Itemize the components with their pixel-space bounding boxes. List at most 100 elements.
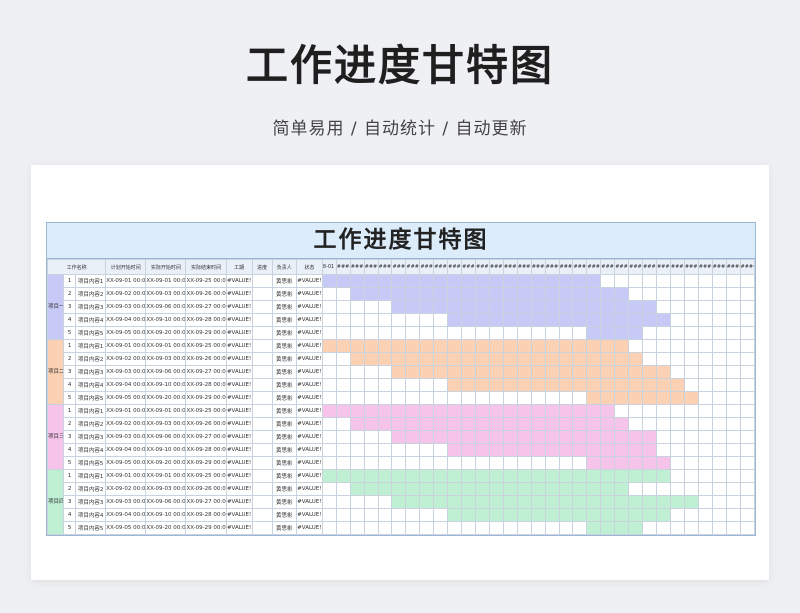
gantt-day-cell — [739, 469, 756, 483]
gantt-day-cell — [586, 495, 602, 509]
actual-end-cell: XX-09-29 00:00 — [185, 326, 227, 340]
gantt-day-cell — [614, 287, 630, 301]
gantt-day-cell — [349, 391, 365, 405]
gantt-day-cell — [530, 443, 546, 457]
gantt-day-cell — [377, 313, 393, 327]
gantt-day-cell — [488, 313, 504, 327]
duration-cell: #VALUE! — [225, 352, 253, 366]
gantt-day-cell — [628, 313, 644, 327]
gantt-day-cell — [516, 521, 532, 535]
gantt-day-cell — [475, 430, 490, 444]
gantt-day-cell — [600, 287, 616, 301]
actual-end-cell: XX-09-27 00:00 — [185, 365, 227, 379]
gantt-day-cell — [655, 521, 671, 535]
duration-cell: #VALUE! — [225, 313, 253, 327]
gantt-day-cell — [697, 287, 713, 301]
gantt-day-cell — [502, 417, 518, 431]
gantt-day-cell — [711, 352, 727, 366]
gantt-day-cell — [475, 443, 490, 457]
gantt-day-cell — [391, 378, 407, 392]
duration-cell: #VALUE! — [225, 326, 253, 340]
gantt-day-cell — [725, 365, 741, 379]
gantt-day-cell — [335, 274, 351, 288]
status-cell: #VALUE! — [295, 508, 323, 522]
actual-start-cell: XX-09-06 00:00 — [145, 300, 187, 314]
gantt-day-cell — [669, 300, 685, 314]
gantt-day-cell — [614, 339, 630, 353]
task-name: 项目内容1 — [75, 274, 107, 288]
gantt-day-cell — [530, 352, 546, 366]
table-row: 3 项目内容3 XX-09-03 00:00 XX-09-06 00:00 XX-09-… — [48, 300, 756, 314]
gantt-day-cell — [335, 404, 351, 418]
status-cell: #VALUE! — [295, 287, 323, 301]
table-row: 5 项目内容5 XX-09-05 00:00 XX-09-20 00:00 XX-09-… — [48, 521, 756, 535]
gantt-day-cell — [697, 456, 713, 470]
gantt-day-cell — [377, 469, 393, 483]
gantt-day-cell — [447, 469, 463, 483]
gantt-day-cell — [586, 443, 602, 457]
gantt-day-cell — [488, 430, 504, 444]
gantt-day-cell — [600, 521, 616, 535]
task-name: 项目内容4 — [75, 508, 107, 522]
table-row: 2 项目内容2 XX-09-02 00:00 XX-09-03 00:00 XX-09-… — [48, 352, 756, 366]
gantt-day-cell — [502, 404, 518, 418]
gantt-day-cell — [488, 495, 504, 509]
table-row: 4 项目内容4 XX-09-04 00:00 XX-09-10 00:00 XX-09-… — [48, 378, 756, 392]
status-cell: #VALUE! — [295, 495, 323, 509]
day-header: #### — [697, 259, 713, 275]
gantt-day-cell — [363, 300, 379, 314]
gantt-day-cell — [475, 456, 490, 470]
gantt-day-cell — [544, 443, 560, 457]
plan-start-cell: XX-09-03 00:00 — [105, 300, 147, 314]
gantt-day-cell — [530, 391, 546, 405]
gantt-day-cell — [461, 508, 476, 522]
gantt-day-cell — [516, 391, 532, 405]
duration-cell: #VALUE! — [225, 443, 253, 457]
gantt-day-cell — [642, 391, 657, 405]
gantt-day-cell — [642, 521, 657, 535]
gantt-day-cell — [739, 521, 756, 535]
gantt-day-cell — [614, 508, 630, 522]
gantt-day-cell — [642, 404, 657, 418]
gantt-day-cell — [697, 274, 713, 288]
gantt-day-cell — [628, 274, 644, 288]
gantt-day-cell — [655, 404, 671, 418]
gantt-day-cell — [461, 326, 476, 340]
actual-end-cell: XX-09-26 00:00 — [185, 287, 227, 301]
gantt-day-cell — [488, 326, 504, 340]
gantt-day-cell — [433, 456, 449, 470]
gantt-day-cell — [558, 456, 574, 470]
gantt-day-cell — [461, 274, 476, 288]
gantt-day-cell — [391, 313, 407, 327]
gantt-day-cell — [669, 339, 685, 353]
gantt-day-cell — [321, 495, 337, 509]
gantt-day-cell — [655, 352, 671, 366]
gantt-day-cell — [600, 456, 616, 470]
gantt-day-cell — [363, 456, 379, 470]
actual-end-cell: XX-09-27 00:00 — [185, 300, 227, 314]
gantt-day-cell — [586, 313, 602, 327]
gantt-day-cell — [433, 313, 449, 327]
gantt-day-cell — [711, 326, 727, 340]
gantt-day-cell — [321, 508, 337, 522]
gantt-day-cell — [642, 508, 657, 522]
gantt-day-cell — [349, 456, 365, 470]
gantt-day-cell — [711, 287, 727, 301]
gantt-day-cell — [391, 417, 407, 431]
gantt-day-cell — [335, 313, 351, 327]
task-name: 项目内容2 — [75, 417, 107, 431]
gantt-day-cell — [391, 508, 407, 522]
gantt-day-cell — [683, 313, 699, 327]
gantt-day-cell — [711, 456, 727, 470]
day-header: #### — [475, 259, 490, 275]
progress-cell — [251, 287, 273, 301]
gantt-day-cell — [475, 469, 490, 483]
gantt-day-cell — [558, 443, 574, 457]
gantt-day-cell — [363, 287, 379, 301]
gantt-day-cell — [628, 443, 644, 457]
gantt-day-cell — [628, 352, 644, 366]
actual-end-cell: XX-09-28 00:00 — [185, 443, 227, 457]
gantt-day-cell — [600, 495, 616, 509]
gantt-day-cell — [614, 300, 630, 314]
owner-cell: 黄思彬 — [271, 430, 297, 444]
